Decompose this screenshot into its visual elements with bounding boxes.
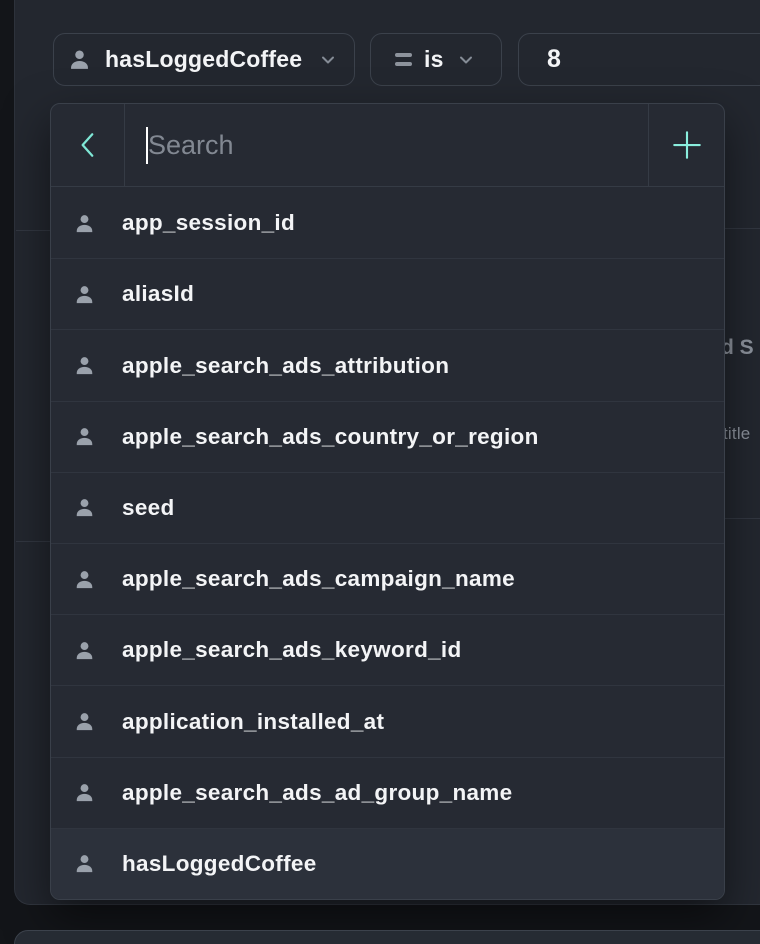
background-text-fragment: title — [723, 424, 750, 444]
property-name: apple_search_ads_campaign_name — [122, 566, 515, 592]
property-dropdown: app_session_id aliasId apple_search_ads_… — [50, 103, 725, 900]
user-icon — [73, 852, 96, 875]
property-name: apple_search_ads_ad_group_name — [122, 780, 512, 806]
user-icon — [73, 212, 96, 235]
divider — [723, 518, 760, 519]
chevron-left-icon — [75, 130, 101, 160]
property-name: apple_search_ads_keyword_id — [122, 637, 462, 663]
user-icon — [67, 47, 92, 72]
property-list-item[interactable]: application_installed_at — [51, 685, 724, 756]
property-list-item[interactable]: apple_search_ads_campaign_name — [51, 543, 724, 614]
user-icon — [73, 283, 96, 306]
divider — [723, 228, 760, 229]
property-list-item[interactable]: seed — [51, 472, 724, 543]
property-filter-pill[interactable]: hasLoggedCoffee — [53, 33, 355, 86]
user-icon — [73, 568, 96, 591]
search-input[interactable] — [148, 104, 648, 186]
operator-pill[interactable]: is — [370, 33, 502, 86]
property-name: application_installed_at — [122, 709, 384, 735]
user-icon — [73, 639, 96, 662]
dropdown-search-row — [51, 104, 724, 187]
plus-icon — [670, 128, 704, 162]
property-filter-label: hasLoggedCoffee — [105, 46, 304, 73]
search-field[interactable] — [125, 104, 648, 186]
background-text-fragment: d S — [721, 336, 754, 360]
operator-label: is — [424, 46, 444, 73]
property-list-item[interactable]: apple_search_ads_keyword_id — [51, 614, 724, 685]
user-icon — [73, 354, 96, 377]
property-name: seed — [122, 495, 174, 521]
property-list: app_session_id aliasId apple_search_ads_… — [51, 188, 724, 899]
user-icon — [73, 496, 96, 519]
property-list-item[interactable]: apple_search_ads_ad_group_name — [51, 757, 724, 828]
bottom-card — [14, 930, 760, 944]
value-text: 8 — [547, 45, 561, 74]
property-list-item[interactable]: apple_search_ads_country_or_region — [51, 401, 724, 472]
divider — [16, 541, 53, 542]
value-field[interactable]: 8 — [518, 33, 760, 86]
user-icon — [73, 781, 96, 804]
user-icon — [73, 710, 96, 733]
divider — [16, 230, 53, 231]
property-name: apple_search_ads_country_or_region — [122, 424, 539, 450]
property-name: aliasId — [122, 281, 194, 307]
property-list-item[interactable]: aliasId — [51, 258, 724, 329]
add-property-button[interactable] — [649, 104, 724, 186]
chevron-down-icon — [456, 50, 476, 70]
property-list-item[interactable]: app_session_id — [51, 188, 724, 258]
screen: d S title hasLoggedCoffee is 8 — [0, 0, 760, 944]
property-name: app_session_id — [122, 210, 295, 236]
user-icon — [73, 425, 96, 448]
back-button[interactable] — [51, 104, 124, 186]
equals-icon — [395, 53, 412, 66]
property-name: hasLoggedCoffee — [122, 851, 317, 877]
property-list-item[interactable]: apple_search_ads_attribution — [51, 329, 724, 400]
property-list-item[interactable]: hasLoggedCoffee — [51, 828, 724, 899]
property-name: apple_search_ads_attribution — [122, 353, 449, 379]
chevron-down-icon — [318, 50, 338, 70]
